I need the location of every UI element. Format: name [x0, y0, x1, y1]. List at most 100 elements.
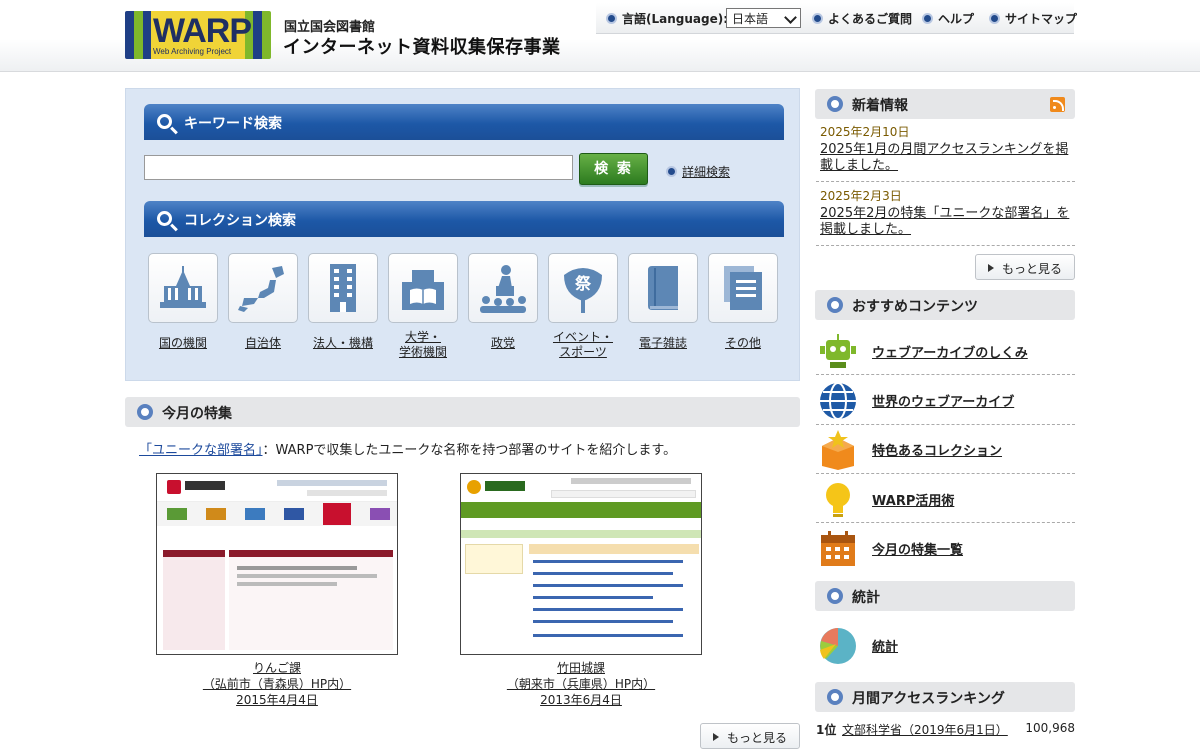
recommend-label: WARP活用術 — [872, 494, 955, 509]
bullet-icon — [666, 166, 677, 177]
thumb-nav — [461, 502, 701, 518]
recommend-label: ウェブアーカイブのしくみ — [872, 346, 1028, 361]
category-university[interactable]: 大学・ 学術機関 — [388, 253, 458, 360]
faq-link[interactable]: よくあるご質問 — [812, 10, 912, 27]
ranking-name[interactable]: 文部科学省（2019年6月1日） — [842, 721, 1008, 738]
rss-icon[interactable] — [1050, 97, 1065, 112]
bullet-icon — [606, 13, 617, 24]
logo-text: WARP — [153, 12, 252, 50]
news-more-button[interactable]: もっと見る — [975, 254, 1075, 280]
help-link[interactable]: ヘルプ — [922, 10, 974, 27]
site-header: WARP Web Archiving Project 国立国会図書館 インターネ… — [0, 0, 1200, 72]
search-button[interactable]: 検 索 — [579, 153, 648, 185]
divider — [816, 522, 1075, 523]
thumb-header — [461, 474, 701, 502]
calendar-icon — [821, 531, 855, 566]
category-other[interactable]: その他 — [708, 253, 778, 351]
feature-thumbnail-1[interactable] — [156, 473, 398, 655]
recommend-section-header: おすすめコンテンツ — [815, 290, 1075, 320]
office-building-icon — [308, 253, 378, 323]
recommend-label: 特色あるコレクション — [872, 444, 1003, 459]
feature-more-button[interactable]: もっと見る — [700, 723, 800, 749]
section-bullet-icon — [827, 588, 843, 604]
magazine-icon — [628, 253, 698, 323]
section-bullet-icon — [827, 297, 843, 313]
star-box-icon — [822, 430, 854, 470]
government-building-icon — [148, 253, 218, 323]
ranking-count: 100,968 — [1025, 721, 1075, 735]
category-label: イベント・ スポーツ — [552, 330, 613, 359]
ranking-row: 1位 文部科学省（2019年6月1日） 100,968 — [816, 721, 1075, 737]
divider — [816, 374, 1075, 375]
search-panel: キーワード検索 検 索 詳細検索 コレクション検索 国の機関 自治体 法人・機構… — [125, 88, 800, 381]
keyword-input[interactable] — [144, 155, 573, 180]
advanced-search-link[interactable]: 詳細検索 — [666, 163, 730, 180]
sitemap-link[interactable]: サイトマップ — [989, 10, 1077, 27]
category-corporation[interactable]: 法人・機構 — [308, 253, 378, 351]
globe-icon — [820, 382, 856, 420]
bullet-icon — [989, 13, 1000, 24]
collection-search-header: コレクション検索 — [144, 201, 784, 237]
news-date: 2025年2月10日 — [820, 125, 910, 139]
warp-logo[interactable]: WARP Web Archiving Project — [125, 11, 271, 59]
thumb-nav — [157, 502, 397, 526]
feature-link[interactable]: 「ユニークな部署名」 — [139, 443, 263, 458]
robot-icon — [820, 334, 856, 368]
feature-caption-2[interactable]: 竹田城課 （朝来市（兵庫県）HP内） 2013年6月4日 — [456, 660, 706, 708]
recommend-item-world-archives[interactable]: 世界のウェブアーカイブ — [818, 379, 1075, 421]
recommend-label: 世界のウェブアーカイブ — [872, 395, 1015, 410]
svg-text:祭: 祭 — [574, 274, 592, 293]
news-link[interactable]: 2025年2月の特集「ユニークな部署名」を掲載しました。 — [820, 206, 1070, 238]
language-select[interactable]: 日本語 — [726, 8, 801, 28]
stats-label: 統計 — [872, 640, 899, 655]
ranking-rank: 1位 — [816, 723, 837, 737]
recommend-item-feature-list[interactable]: 今月の特集一覧 — [818, 527, 1075, 569]
keyword-search-header: キーワード検索 — [144, 104, 784, 140]
category-label: 電子雑誌 — [638, 336, 687, 350]
recommend-label: 今月の特集一覧 — [872, 543, 964, 558]
category-e-magazine[interactable]: 電子雑誌 — [628, 253, 698, 351]
divider — [816, 181, 1075, 182]
feature-intro: 「ユニークな部署名」：WARPで収集したユニークな名称を持つ部署のサイトを紹介し… — [139, 443, 677, 458]
language-label: 言語(Language): — [606, 10, 728, 27]
news-date: 2025年2月3日 — [820, 189, 902, 203]
news-link[interactable]: 2025年1月の月間アクセスランキングを掲載しました。 — [820, 142, 1070, 174]
logo-subtitle: Web Archiving Project — [153, 47, 232, 56]
stats-link[interactable]: 統計 — [818, 624, 1075, 666]
university-book-icon — [388, 253, 458, 323]
festival-fan-icon: 祭 — [548, 253, 618, 323]
documents-icon — [708, 253, 778, 323]
feature-caption-1[interactable]: りんご課 （弘前市（青森県）HP内） 2015年4月4日 — [152, 660, 402, 708]
divider — [816, 245, 1075, 246]
category-label: その他 — [724, 336, 761, 350]
category-label: 法人・機構 — [312, 336, 373, 350]
recommend-item-collections[interactable]: 特色あるコレクション — [818, 428, 1075, 470]
stats-section-header: 統計 — [815, 581, 1075, 611]
search-icon — [157, 114, 172, 129]
divider — [816, 473, 1075, 474]
lightbulb-icon — [826, 483, 850, 517]
category-political-party[interactable]: 政党 — [468, 253, 538, 351]
category-event-sports[interactable]: 祭 イベント・ スポーツ — [548, 253, 618, 360]
project-name: インターネット資料収集保存事業 — [283, 37, 561, 58]
category-government[interactable]: 国の機関 — [148, 253, 218, 351]
category-label: 国の機関 — [158, 336, 207, 350]
bullet-icon — [812, 13, 823, 24]
category-label: 政党 — [490, 336, 515, 350]
pie-chart-icon — [820, 628, 856, 664]
utility-nav: 言語(Language): 日本語 よくあるご質問 ヘルプ サイトマップ — [596, 3, 1077, 34]
speaker-podium-icon — [468, 253, 538, 323]
recommend-item-mechanism[interactable]: ウェブアーカイブのしくみ — [818, 330, 1075, 372]
feature-thumbnail-2[interactable] — [460, 473, 702, 655]
thumb-header — [157, 474, 397, 502]
category-label: 大学・ 学術機関 — [398, 330, 447, 359]
category-municipality[interactable]: 自治体 — [228, 253, 298, 351]
bullet-icon — [922, 13, 933, 24]
recommend-item-tips[interactable]: WARP活用術 — [818, 478, 1075, 520]
section-bullet-icon — [827, 96, 843, 112]
section-bullet-icon — [137, 404, 153, 420]
section-bullet-icon — [827, 689, 843, 705]
feature-section-header: 今月の特集 — [125, 397, 800, 427]
category-label: 自治体 — [244, 336, 281, 350]
search-icon — [157, 211, 172, 226]
